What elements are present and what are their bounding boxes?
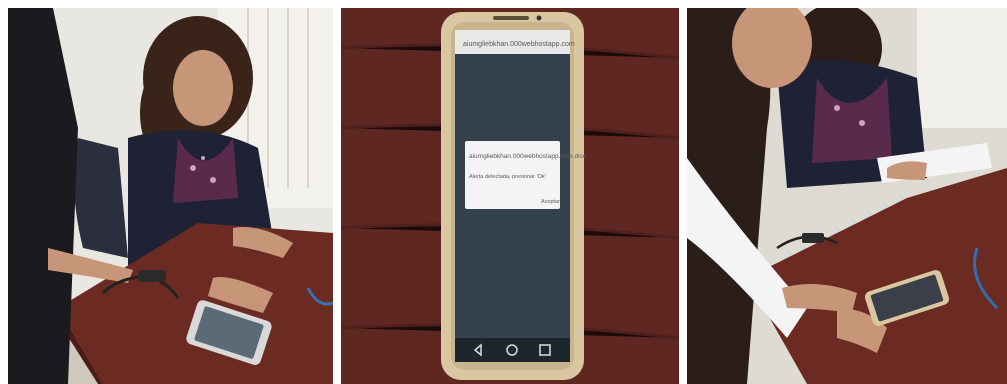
photo-panel-left [8,8,333,384]
alert-dialog-message: Alerta detectada, presionar 'Ok' [469,174,546,180]
alert-ok-button[interactable]: Aceptar [541,199,560,205]
photo-two-women-with-phone [687,8,1007,384]
photo-woman-at-desk [8,8,333,384]
browser-url-text: aiumgliebkhan.000webhostapp.com [463,41,575,48]
photo-panel-right [687,8,1007,384]
photo-phone-on-table: aiumgliebkhan.000webhostapp.com aiumglie… [341,8,679,384]
photo-collage: aiumgliebkhan.000webhostapp.com aiumglie… [0,0,1007,384]
alert-dialog-title: aiumgliebkhan.000webhostapp.com dice [469,153,587,160]
photo-panel-center: aiumgliebkhan.000webhostapp.com aiumglie… [341,8,679,384]
